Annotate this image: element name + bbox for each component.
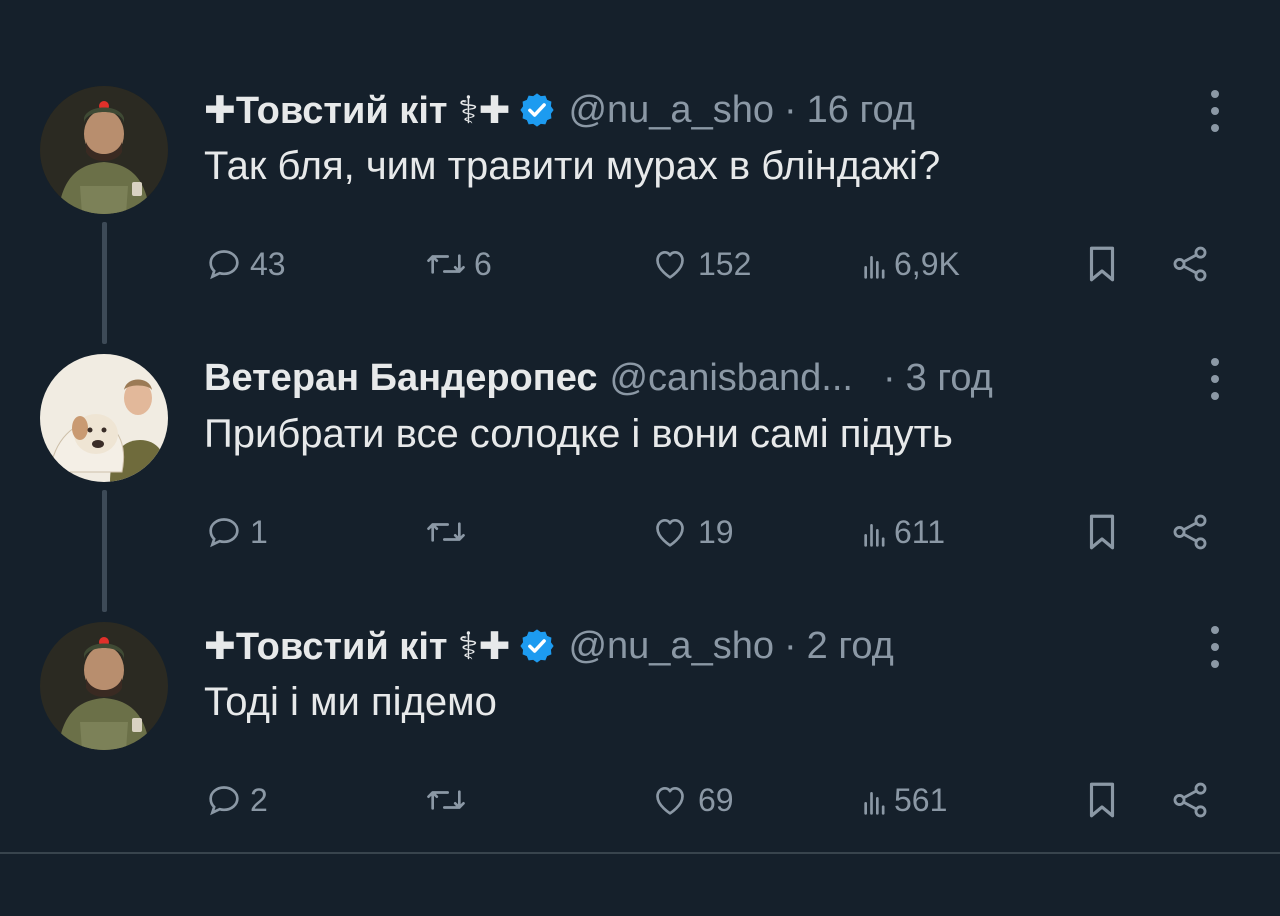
retweet-icon bbox=[427, 790, 465, 810]
views-count: 6,9K bbox=[894, 245, 960, 282]
tweet-header: ✚Товстий кіт ⚕✚ @nu_a_sho · 2 год bbox=[204, 622, 894, 670]
thread-line bbox=[102, 490, 107, 612]
user-handle[interactable]: @canisband... bbox=[609, 357, 853, 400]
timestamp[interactable]: 16 год bbox=[807, 89, 915, 132]
reply-icon bbox=[209, 786, 239, 816]
bookmark-button[interactable] bbox=[1084, 240, 1120, 288]
user-name[interactable]: Ветеран Бандеропес bbox=[204, 357, 597, 400]
views-icon bbox=[864, 255, 885, 279]
user-handle[interactable]: @nu_a_sho bbox=[568, 625, 774, 668]
retweet-button[interactable] bbox=[424, 508, 468, 556]
reply-icon bbox=[209, 250, 239, 280]
views-icon bbox=[864, 524, 885, 547]
bookmark-icon bbox=[1089, 246, 1115, 282]
more-icon[interactable] bbox=[1206, 626, 1224, 668]
action-bar: 43 6 152 6,9K bbox=[204, 240, 1224, 288]
timestamp[interactable]: 2 год bbox=[807, 625, 894, 668]
separator: · bbox=[882, 356, 896, 399]
views-count: 561 bbox=[894, 781, 948, 818]
tweet-header: Ветеран Бандеропес @canisband... · 3 год bbox=[204, 354, 993, 402]
reply-icon bbox=[209, 518, 239, 548]
avatar[interactable] bbox=[40, 622, 168, 750]
views-button[interactable]: 561 bbox=[860, 776, 947, 824]
reply-button[interactable]: 43 bbox=[204, 240, 286, 288]
bookmark-icon bbox=[1089, 782, 1115, 818]
views-button[interactable]: 611 bbox=[860, 508, 945, 556]
retweet-button[interactable]: 6 bbox=[424, 240, 492, 288]
reply-count: 43 bbox=[250, 245, 286, 282]
reply-count: 1 bbox=[250, 513, 268, 550]
user-name[interactable]: ✚Товстий кіт ⚕✚ bbox=[204, 624, 510, 669]
views-count: 611 bbox=[894, 513, 946, 550]
like-button[interactable]: 152 bbox=[648, 240, 751, 288]
separator: · bbox=[783, 624, 797, 667]
verified-icon bbox=[518, 627, 556, 665]
action-bar: 2 69 561 bbox=[204, 776, 1224, 824]
soldier-avatar-icon bbox=[40, 622, 168, 750]
like-button[interactable]: 19 bbox=[648, 508, 734, 556]
divider bbox=[0, 852, 1280, 854]
retweet-icon bbox=[427, 522, 465, 542]
reply-button[interactable]: 2 bbox=[204, 776, 268, 824]
user-name[interactable]: ✚Товстий кіт ⚕✚ bbox=[204, 88, 510, 133]
like-icon bbox=[656, 251, 684, 279]
more-icon[interactable] bbox=[1206, 90, 1224, 132]
tweet-text: Тоді і ми підемо bbox=[204, 680, 497, 724]
reply-count: 2 bbox=[250, 781, 268, 818]
share-icon bbox=[1173, 514, 1207, 550]
avatar[interactable] bbox=[40, 354, 168, 482]
like-count: 152 bbox=[698, 245, 752, 282]
share-button[interactable] bbox=[1168, 240, 1212, 288]
user-handle[interactable]: @nu_a_sho bbox=[568, 89, 774, 132]
tweet-header: ✚Товстий кіт ⚕✚ @nu_a_sho · 16 год bbox=[204, 86, 915, 134]
like-count: 69 bbox=[698, 781, 734, 818]
share-icon bbox=[1173, 246, 1207, 282]
bookmark-button[interactable] bbox=[1084, 508, 1120, 556]
share-button[interactable] bbox=[1168, 508, 1212, 556]
retweet-icon bbox=[427, 254, 465, 274]
more-icon[interactable] bbox=[1206, 358, 1224, 400]
bookmark-icon bbox=[1089, 514, 1115, 550]
dog-avatar-icon bbox=[40, 354, 168, 482]
thread-line bbox=[102, 222, 107, 344]
reply-button[interactable]: 1 bbox=[204, 508, 268, 556]
share-button[interactable] bbox=[1168, 776, 1212, 824]
retweet-count: 6 bbox=[474, 245, 492, 282]
timestamp[interactable]: 3 год bbox=[906, 357, 993, 400]
like-count: 19 bbox=[698, 513, 734, 550]
avatar[interactable] bbox=[40, 86, 168, 214]
separator: · bbox=[783, 88, 797, 131]
like-button[interactable]: 69 bbox=[648, 776, 734, 824]
like-icon bbox=[656, 787, 684, 815]
soldier-avatar-icon bbox=[40, 86, 168, 214]
retweet-button[interactable] bbox=[424, 776, 468, 824]
views-icon bbox=[864, 792, 885, 815]
bookmark-button[interactable] bbox=[1084, 776, 1120, 824]
verified-icon bbox=[518, 91, 556, 129]
like-icon bbox=[656, 519, 684, 547]
tweet-text: Так бля, чим травити мурах в бліндажі? bbox=[204, 144, 941, 188]
tweet-text: Прибрати все солодке і вони самі підуть bbox=[204, 412, 953, 456]
views-button[interactable]: 6,9K bbox=[860, 240, 960, 288]
action-bar: 1 19 611 bbox=[204, 508, 1224, 556]
share-icon bbox=[1173, 782, 1207, 818]
